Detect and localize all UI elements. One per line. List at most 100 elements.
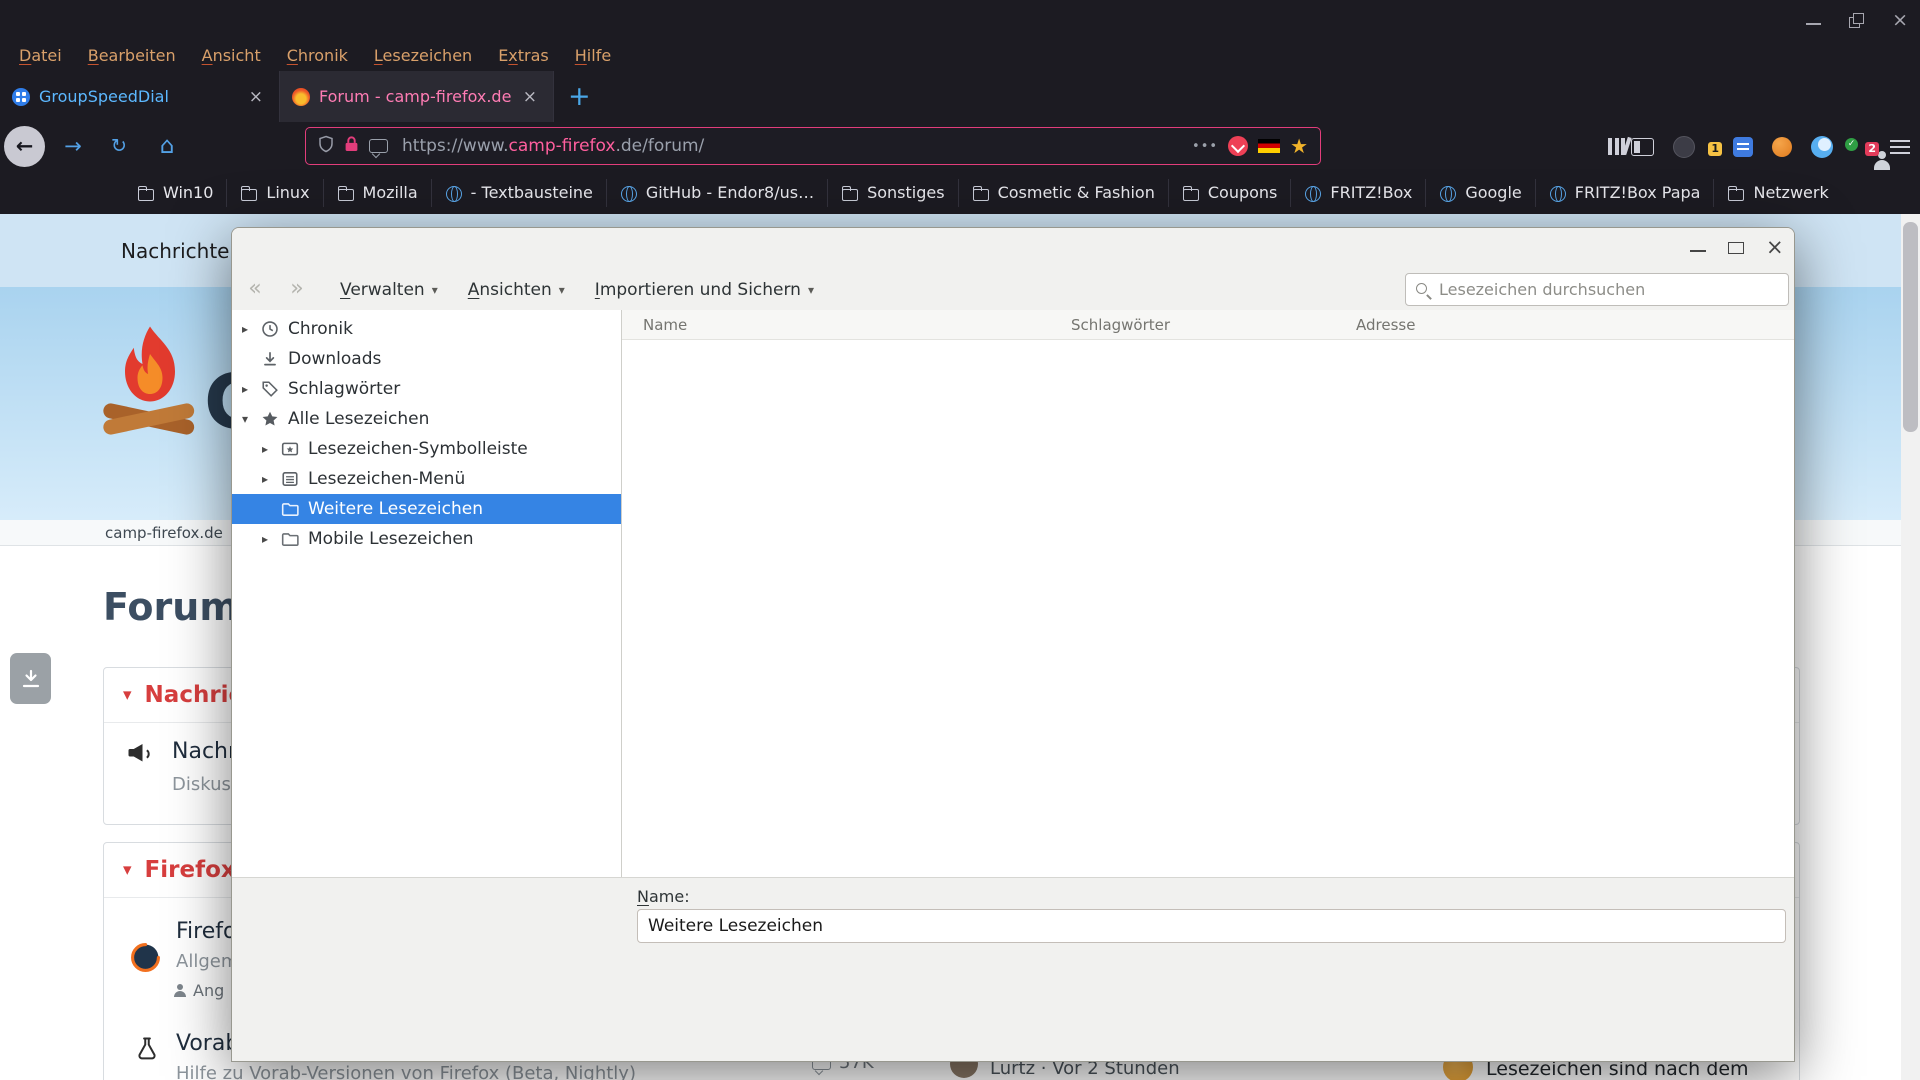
expander-icon[interactable]: ▸ — [262, 532, 281, 546]
name-field[interactable] — [637, 909, 1786, 943]
column-header-adresse[interactable]: Adresse — [1356, 310, 1415, 340]
scrollbar-thumb[interactable] — [1903, 222, 1918, 432]
groupspeeddial-favicon — [12, 88, 30, 106]
tab-close-icon[interactable]: × — [519, 87, 541, 107]
tree-item-weitere-lesezeichen[interactable]: Weitere Lesezeichen — [232, 494, 621, 524]
menu-item-extras[interactable]: Extras — [485, 42, 562, 69]
notes-extension-icon[interactable] — [1733, 137, 1753, 157]
library-window: × « » Verwalten▾ Ansichten▾ Importieren … — [231, 227, 1795, 1062]
column-header-schlagwoerter[interactable]: Schlagwörter — [1071, 310, 1170, 340]
home-button[interactable]: ⌂ — [150, 122, 184, 171]
menu-item-ansicht[interactable]: Ansicht — [189, 42, 274, 69]
clock-icon — [261, 320, 285, 338]
history-back-button[interactable]: « — [242, 268, 268, 312]
download-float-button[interactable] — [10, 653, 51, 704]
site-breadcrumb[interactable]: camp-firefox.de — [105, 520, 223, 546]
folder-icon — [1727, 185, 1745, 201]
bookmark-netzwerk[interactable]: Netzwerk — [1714, 179, 1841, 207]
menu-item-datei[interactable]: Datei — [6, 42, 75, 69]
menu-item-hilfe[interactable]: Hilfe — [562, 42, 624, 69]
bookmark-list-pane[interactable]: Name Schlagwörter Adresse — [622, 310, 1795, 877]
restore-icon[interactable] — [1849, 13, 1864, 28]
minimize-icon[interactable] — [1806, 16, 1821, 25]
library-search-box[interactable] — [1405, 273, 1789, 306]
tree-item-alle-lesezeichen[interactable]: ▾ Alle Lesezeichen — [232, 404, 621, 434]
expander-icon[interactable]: ▾ — [242, 412, 261, 426]
history-forward-button[interactable]: » — [284, 268, 310, 312]
bookmark-mozilla[interactable]: Mozilla — [324, 179, 432, 207]
sidebar-icon[interactable] — [1631, 138, 1654, 156]
column-header-name[interactable]: Name — [643, 310, 687, 340]
tab-forum-camp-firefox[interactable]: Forum - camp-firefox.de × — [280, 71, 554, 122]
pocket-icon[interactable] — [1228, 136, 1248, 156]
library-titlebar[interactable]: × — [232, 228, 1794, 268]
importieren-sichern-menu-button[interactable]: Importieren und Sichern▾ — [595, 280, 814, 300]
lock-icon[interactable] — [344, 135, 359, 157]
page-nav-link[interactable]: Nachrichten — [121, 239, 242, 263]
close-icon[interactable]: × — [1892, 13, 1908, 28]
navigation-toolbar: ← → ↻ ⌂ https://www.camp-firefox.de/foru… — [0, 122, 1920, 171]
folder-icon — [137, 185, 155, 201]
german-flag-icon[interactable] — [1258, 139, 1280, 153]
minimize-icon[interactable] — [1690, 241, 1706, 252]
blue-extension-icon[interactable] — [1811, 136, 1833, 158]
new-tab-button[interactable]: + — [554, 71, 605, 122]
tab-close-icon[interactable]: × — [245, 87, 267, 107]
bookmark-linux[interactable]: Linux — [227, 179, 323, 207]
globe-icon — [620, 185, 638, 201]
bookmark-coupons[interactable]: Coupons — [1169, 179, 1292, 207]
tree-item-lesezeichen-menue[interactable]: ▸ Lesezeichen-Menü — [232, 464, 621, 494]
bookmark-fritzbox-papa[interactable]: FRITZ!Box Papa — [1536, 179, 1715, 207]
download-icon — [261, 350, 285, 368]
bookmark-textbausteine[interactable]: - Textbausteine — [432, 179, 607, 207]
tab-bar: GroupSpeedDial × Forum - camp-firefox.de… — [0, 71, 1920, 122]
bookmark-cosmetic-fashion[interactable]: Cosmetic & Fashion — [959, 179, 1169, 207]
orange-extension-icon[interactable] — [1772, 137, 1792, 157]
page-scrollbar[interactable] — [1901, 214, 1920, 1080]
message-icon[interactable] — [369, 139, 388, 153]
search-input[interactable] — [1439, 280, 1779, 299]
expander-icon[interactable]: ▸ — [262, 442, 281, 456]
folder-icon — [841, 185, 859, 201]
bookmark-star-icon[interactable]: ★ — [1290, 136, 1308, 156]
page-actions-icon[interactable]: ••• — [1192, 139, 1218, 154]
firefox-category-icon — [130, 942, 161, 973]
close-icon[interactable]: × — [1766, 240, 1784, 254]
hamburger-menu-icon[interactable] — [1890, 140, 1910, 154]
tab-groupspeeddial[interactable]: GroupSpeedDial × — [0, 71, 280, 122]
bookmark-fritzbox[interactable]: FRITZ!Box — [1291, 179, 1426, 207]
bookmark-sonstiges[interactable]: Sonstiges — [828, 179, 958, 207]
library-icon[interactable] — [1608, 138, 1612, 155]
expander-icon[interactable]: ▸ — [262, 472, 281, 486]
expander-icon[interactable]: ▸ — [242, 382, 261, 396]
verwalten-menu-button[interactable]: Verwalten▾ — [340, 280, 438, 300]
back-button[interactable]: ← — [4, 126, 45, 167]
megaphone-icon — [124, 739, 156, 769]
chevron-down-icon: ▾ — [808, 283, 814, 297]
menu-item-lesezeichen[interactable]: Lesezeichen — [361, 42, 485, 69]
maximize-icon[interactable] — [1728, 242, 1744, 254]
chevron-down-icon: ▾ — [123, 860, 132, 880]
tree-item-downloads[interactable]: Downloads — [232, 344, 621, 374]
bookmark-win10[interactable]: Win10 — [124, 179, 227, 207]
topic-meta-row[interactable]: Ang — [173, 981, 224, 1000]
menu-item-bearbeiten[interactable]: Bearbeiten — [75, 42, 189, 69]
reload-button[interactable]: ↻ — [102, 122, 136, 171]
dark-extension-icon[interactable] — [1673, 136, 1695, 158]
bookmarks-toolbar-icon — [281, 440, 305, 458]
url-bar[interactable]: https://www.camp-firefox.de/forum/ ••• ★ — [305, 127, 1321, 165]
tree-item-lesezeichen-symbolleiste[interactable]: ▸ Lesezeichen-Symbolleiste — [232, 434, 621, 464]
bookmark-github-endor8[interactable]: GitHub - Endor8/us… — [607, 179, 828, 207]
tracking-shield-icon[interactable] — [318, 135, 334, 157]
tree-item-schlagwoerter[interactable]: ▸ Schlagwörter — [232, 374, 621, 404]
menu-item-chronik[interactable]: Chronik — [274, 42, 361, 69]
bookmark-google[interactable]: Google — [1426, 179, 1535, 207]
forward-button[interactable]: → — [56, 122, 90, 171]
chevron-down-icon: ▾ — [432, 283, 438, 297]
campfire-logo — [100, 319, 200, 454]
ansichten-menu-button[interactable]: Ansichten▾ — [468, 280, 565, 300]
tree-item-chronik[interactable]: ▸ Chronik — [232, 314, 621, 344]
expander-icon[interactable]: ▸ — [242, 322, 261, 336]
tree-item-mobile-lesezeichen[interactable]: ▸ Mobile Lesezeichen — [232, 524, 621, 554]
search-icon — [1415, 282, 1431, 298]
